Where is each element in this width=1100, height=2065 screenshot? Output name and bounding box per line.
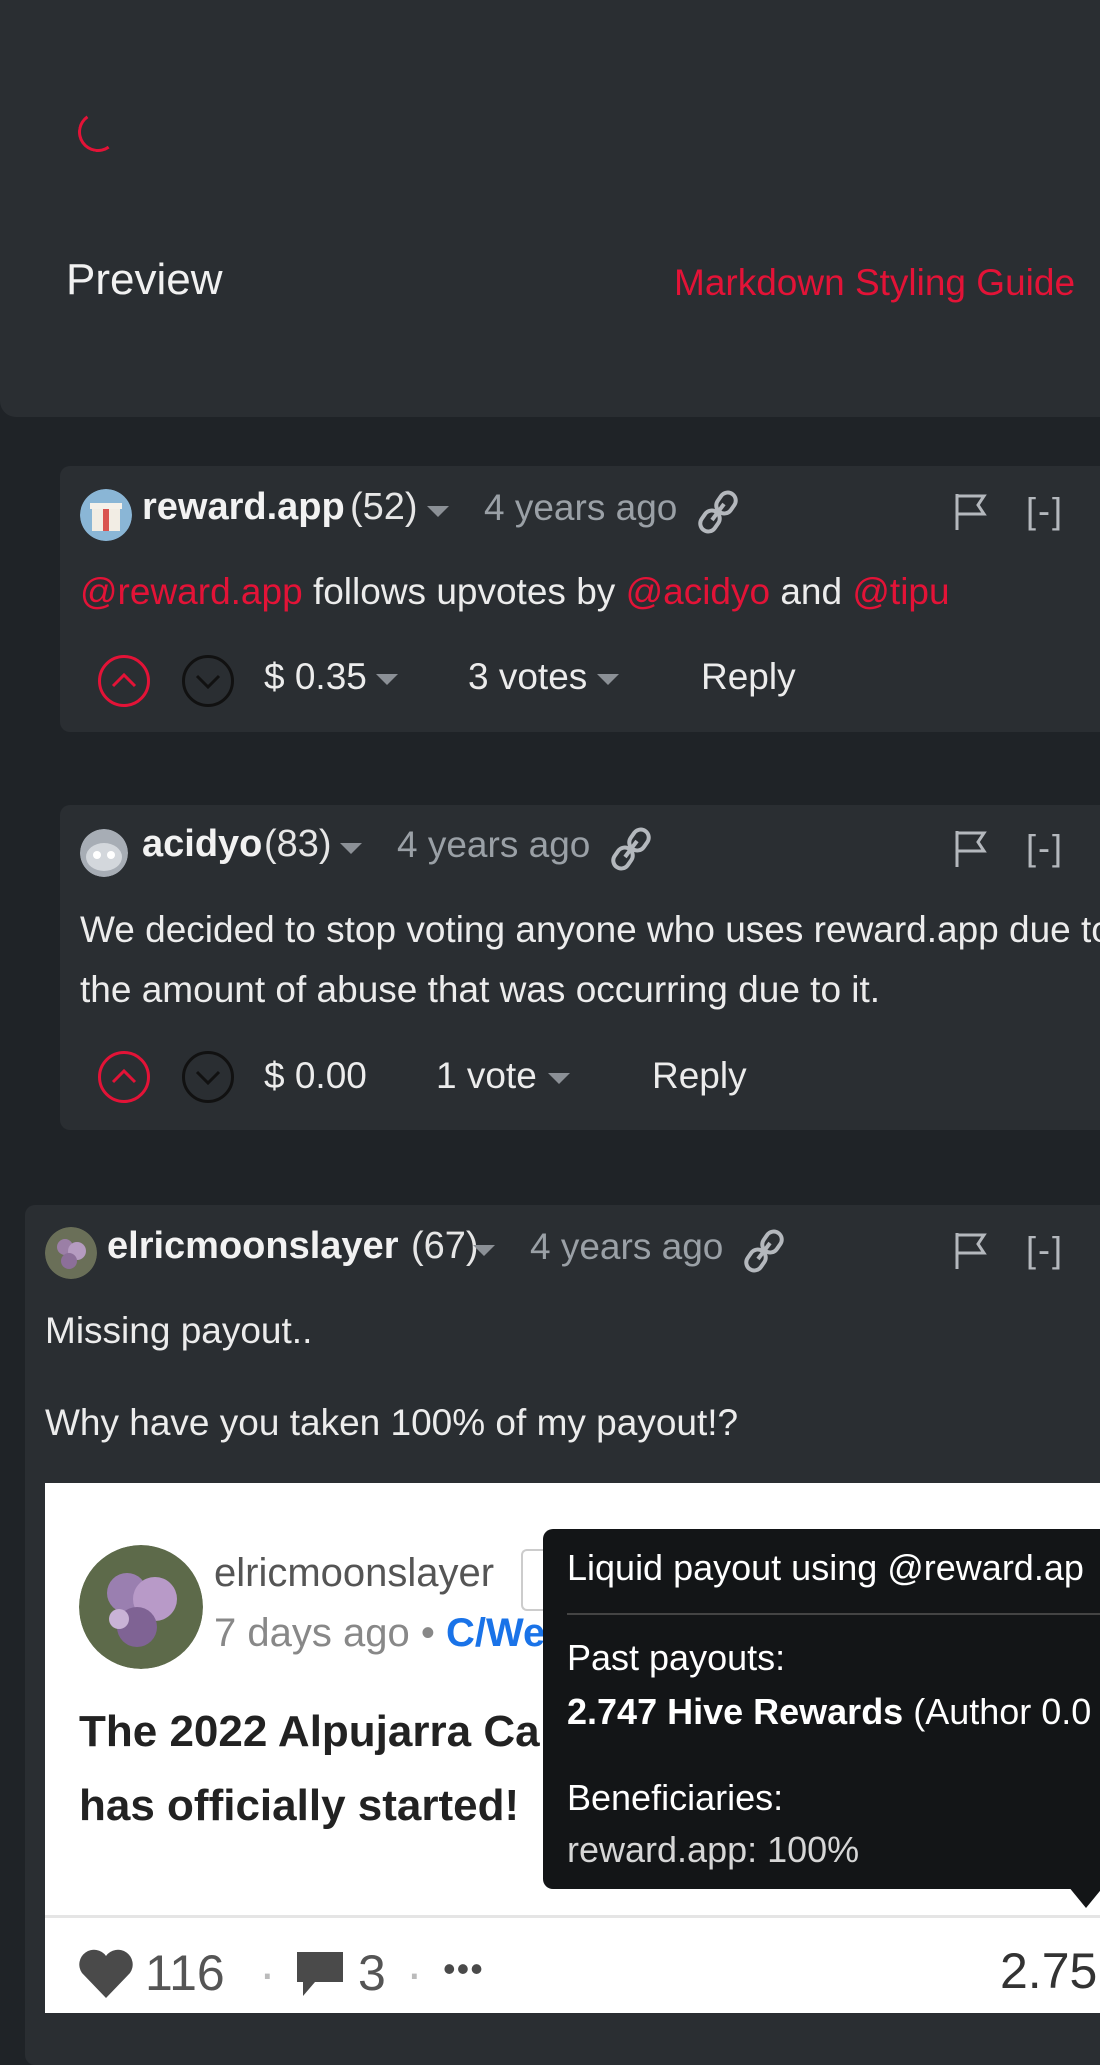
card-avatar [79,1545,203,1669]
chevron-up-icon [111,672,137,688]
payout-caret-icon[interactable] [376,674,398,685]
mention-link[interactable]: @tipu [852,571,949,612]
card-payout: 2.75 [1000,1943,1098,1999]
tooltip-past-rest: (Author 0.0 [903,1691,1092,1732]
loading-spinner-icon [74,108,122,156]
votes-count[interactable]: 1 vote [436,1055,537,1097]
body-text: follows upvotes by [302,571,626,612]
collapse-toggle[interactable]: [-] [1026,490,1064,532]
collapse-toggle[interactable]: [-] [1026,827,1064,869]
flag-icon[interactable] [954,492,988,532]
comment-body-line: Why have you taken 100% of my payout!? [45,1402,739,1443]
collapse-toggle[interactable]: [-] [1026,1229,1064,1271]
card-author: elricmoonslayer [214,1551,495,1595]
reply-button[interactable]: Reply [701,656,796,698]
card-time-line: 7 days ago • C/We [214,1611,545,1656]
author-menu-caret-icon[interactable] [427,506,449,517]
card-dot: · [259,1945,276,2001]
chevron-up-icon [111,1068,137,1084]
comment-author[interactable]: elricmoonslayer [107,1225,398,1268]
comment-author[interactable]: acidyo [142,823,262,866]
preview-heading: Preview [66,255,223,304]
payout-value[interactable]: $ 0.35 [264,656,367,698]
author-menu-caret-icon[interactable] [340,843,362,854]
mention-link[interactable]: @reward.app [80,571,303,612]
card-comments: 3 [358,1945,386,2001]
downvote-button[interactable] [182,655,234,707]
card-separator: • [420,1611,435,1655]
link-icon[interactable] [744,1229,784,1273]
flag-icon[interactable] [954,1231,988,1271]
comment-author[interactable]: reward.app [142,486,345,529]
tooltip-past-value: 2.747 Hive Rewards (Author 0.0 [567,1691,1091,1733]
link-icon[interactable] [611,827,651,871]
upvote-button[interactable] [98,655,150,707]
tooltip-beneficiaries-value: reward.app: 100% [567,1829,860,1870]
upvote-button[interactable] [98,1051,150,1103]
author-reputation: (52) [350,486,418,528]
reply-button[interactable]: Reply [652,1055,747,1097]
flag-icon[interactable] [954,829,988,869]
comment-timestamp[interactable]: 4 years ago [397,824,590,866]
comment-body: We decided to stop voting anyone who use… [80,909,1100,1010]
tooltip-past-label: Past payouts: [567,1637,786,1678]
card-footer: 116 · 3 · ••• 2.75 [45,1915,1100,2016]
tooltip-beneficiaries-label: Beneficiaries: [567,1777,784,1818]
author-reputation: (67) [411,1225,479,1267]
tooltip-header: Liquid payout using @reward.ap [567,1547,1084,1588]
heart-icon [79,1949,133,1998]
payout-tooltip: Liquid payout using @reward.ap Past payo… [543,1529,1100,1889]
card-likes: 116 [145,1945,225,2001]
mention-link[interactable]: @acidyo [626,571,771,612]
tooltip-past-amount: 2.747 Hive Rewards [567,1691,904,1732]
tooltip-arrow [1068,1886,1100,1908]
downvote-button[interactable] [182,1051,234,1103]
card-time: 7 days ago [214,1611,410,1655]
comment-body-line: Missing payout.. [45,1310,313,1351]
author-reputation: (83) [264,823,332,865]
votes-caret-icon[interactable] [548,1073,570,1084]
votes-caret-icon[interactable] [597,674,619,685]
avatar[interactable] [80,489,132,541]
comment-acidyo: acidyo (83) 4 years ago [-] We decided t… [60,805,1100,1130]
card-dot: · [406,1945,423,2001]
comment-reward-app: reward.app (52) 4 years ago [-] @reward.… [60,466,1100,732]
votes-count[interactable]: 3 votes [468,656,587,698]
comment-timestamp[interactable]: 4 years ago [484,487,677,529]
payout-value[interactable]: $ 0.00 [264,1055,367,1097]
markdown-guide-link[interactable]: Markdown Styling Guide [674,262,1075,304]
editor-panel: Preview Markdown Styling Guide [0,0,1100,417]
card-community: C/We [445,1611,546,1655]
author-menu-caret-icon[interactable] [473,1245,495,1256]
more-icon: ••• [443,1948,484,1989]
comment-icon [297,1952,343,1996]
body-text: and [770,571,853,612]
avatar[interactable] [45,1227,97,1279]
tooltip-divider [567,1613,1100,1615]
avatar[interactable] [80,829,128,877]
comment-timestamp[interactable]: 4 years ago [530,1226,723,1268]
card-title: The 2022 Alpujarra Ca has officially sta… [79,1707,540,1830]
chevron-down-icon [195,1070,221,1086]
chevron-down-icon [195,674,221,690]
link-icon[interactable] [698,490,738,534]
comment-body: @reward.app follows upvotes by @acidyo a… [80,562,950,622]
